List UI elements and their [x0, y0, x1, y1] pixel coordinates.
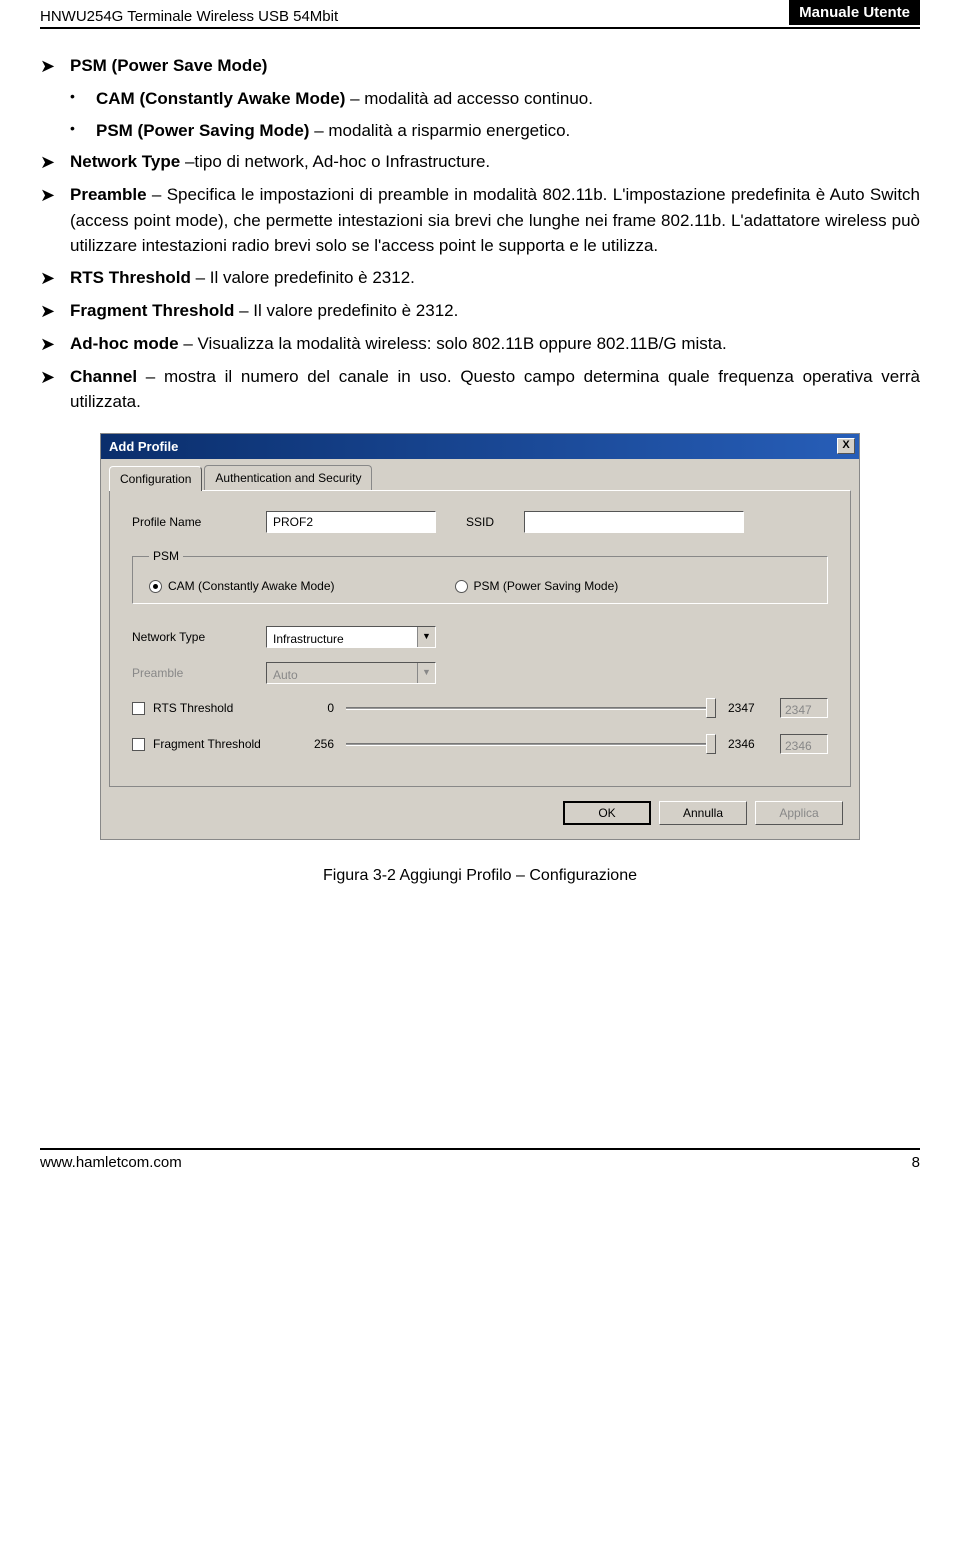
body-text: ➤ PSM (Power Save Mode) • CAM (Constantl… [40, 53, 920, 888]
network-type-label: Network Type [132, 628, 252, 646]
psm-legend: PSM [149, 547, 183, 565]
rts-checkbox[interactable] [132, 702, 145, 715]
tab-row: Configuration Authentication and Securit… [101, 459, 859, 490]
footer-url: www.hamletcom.com [40, 1154, 182, 1171]
doc-footer: www.hamletcom.com 8 [40, 1148, 920, 1171]
dialog-titlebar: Add Profile X [101, 434, 859, 460]
add-profile-dialog: Add Profile X Configuration Authenticati… [100, 433, 860, 841]
profile-name-label: Profile Name [132, 513, 252, 531]
close-icon[interactable]: X [837, 438, 855, 454]
slider-thumb-icon [706, 698, 716, 718]
dialog-title: Add Profile [109, 437, 178, 457]
chevron-down-icon: ▼ [417, 663, 435, 683]
ok-button[interactable]: OK [563, 801, 651, 825]
tab-auth-security[interactable]: Authentication and Security [204, 465, 372, 490]
frag-max: 2346 [728, 735, 768, 753]
cancel-button[interactable]: Annulla [659, 801, 747, 825]
rts-min: 0 [294, 699, 334, 717]
arrow-icon: ➤ [40, 298, 60, 325]
fragment-checkbox[interactable] [132, 738, 145, 751]
arrow-icon: ➤ [40, 364, 60, 415]
tab-configuration[interactable]: Configuration [109, 466, 202, 491]
arrow-icon: ➤ [40, 265, 60, 292]
preamble-select: Auto ▼ [266, 662, 436, 684]
fragment-threshold-label: Fragment Threshold [153, 735, 261, 753]
arrow-icon: ➤ [40, 53, 60, 80]
slider-thumb-icon [706, 734, 716, 754]
product-name: HNWU254G Terminale Wireless USB 54Mbit [40, 8, 338, 25]
profile-name-input[interactable] [266, 511, 436, 533]
fragment-slider[interactable] [346, 734, 716, 754]
arrow-icon: ➤ [40, 331, 60, 358]
ssid-input[interactable] [524, 511, 744, 533]
tab-panel-configuration: Profile Name SSID PSM CAM (Constantly Aw… [109, 490, 851, 787]
rts-slider[interactable] [346, 698, 716, 718]
dot-icon: • [70, 118, 86, 144]
preamble-label: Preamble [132, 664, 252, 682]
frag-value: 2346 [780, 734, 828, 754]
ssid-label: SSID [450, 513, 510, 531]
network-type-select[interactable]: Infrastructure ▼ [266, 626, 436, 648]
doc-title-badge: Manuale Utente [789, 0, 920, 25]
arrow-icon: ➤ [40, 182, 60, 259]
rts-value: 2347 [780, 698, 828, 718]
frag-min: 256 [294, 735, 334, 753]
doc-header: HNWU254G Terminale Wireless USB 54Mbit M… [40, 0, 920, 29]
arrow-icon: ➤ [40, 149, 60, 176]
page-number: 8 [912, 1154, 920, 1171]
dot-icon: • [70, 86, 86, 112]
psm-groupbox: PSM CAM (Constantly Awake Mode) PSM (Pow… [132, 547, 828, 604]
rts-threshold-label: RTS Threshold [153, 699, 233, 717]
radio-icon [455, 580, 468, 593]
radio-psm[interactable]: PSM (Power Saving Mode) [455, 577, 619, 595]
apply-button: Applica [755, 801, 843, 825]
chevron-down-icon: ▼ [417, 627, 435, 647]
dialog-button-row: OK Annulla Applica [101, 795, 859, 839]
psm-heading: PSM (Power Save Mode) [70, 56, 267, 75]
rts-max: 2347 [728, 699, 768, 717]
radio-icon [149, 580, 162, 593]
radio-cam[interactable]: CAM (Constantly Awake Mode) [149, 577, 335, 595]
figure-caption: Figura 3-2 Aggiungi Profilo – Configuraz… [40, 864, 920, 888]
